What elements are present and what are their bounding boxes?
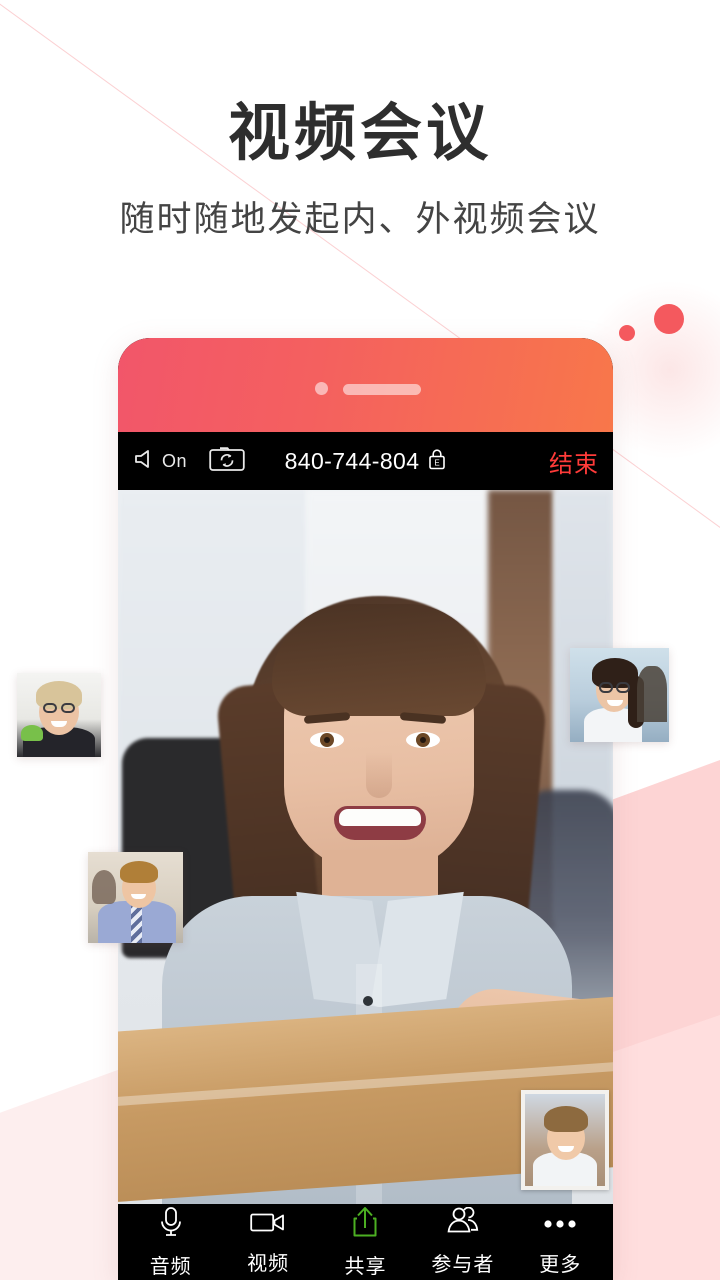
page-title: 视频会议 <box>227 99 492 168</box>
earpiece-speaker <box>343 384 421 395</box>
toolbar-item-participants[interactable]: 参与者 <box>417 1206 509 1277</box>
participant-thumbnail[interactable] <box>521 1090 609 1190</box>
toolbar-label-share: 共享 <box>344 1256 387 1278</box>
toolbar-item-more[interactable]: 更多 <box>514 1207 606 1277</box>
microphone-icon <box>155 1205 187 1244</box>
nose <box>366 752 392 798</box>
floating-participant-thumbnail[interactable] <box>88 852 183 943</box>
toolbar-item-audio[interactable]: 音频 <box>125 1205 217 1279</box>
mouth <box>334 806 426 840</box>
participants-icon <box>444 1206 482 1242</box>
call-status-bar: On 840-744-804 E 结束 <box>118 432 613 490</box>
end-call-button[interactable]: 结束 <box>549 451 599 478</box>
toolbar-item-share[interactable]: 共享 <box>319 1205 411 1279</box>
speaker-icon <box>132 447 158 476</box>
toolbar-label-participants: 参与者 <box>431 1254 495 1276</box>
phone-bezel-top <box>118 338 613 432</box>
toolbar-item-video[interactable]: 视频 <box>222 1208 314 1276</box>
meeting-id: 840-744-804 <box>284 447 420 474</box>
decorative-dot-large <box>654 304 684 334</box>
video-camera-icon <box>250 1208 286 1241</box>
toolbar-label-more: 更多 <box>539 1254 582 1276</box>
camera-flip-icon[interactable] <box>209 445 245 477</box>
speaker-toggle[interactable]: On <box>132 447 187 476</box>
floating-participant-thumbnail[interactable] <box>570 648 669 742</box>
eye-right <box>406 732 440 748</box>
hero-text-block: 视频会议 随时随地发起内、外视频会议 <box>0 0 720 242</box>
phone-mockup: On 840-744-804 E 结束 音频 视频 共享 参与者 更多 <box>118 338 613 1280</box>
shirt-button <box>363 996 373 1006</box>
toolbar-label-audio: 音频 <box>149 1256 192 1278</box>
page-subtitle: 随时随地发起内、外视频会议 <box>119 200 601 240</box>
eye-left <box>310 732 344 748</box>
call-controls-toolbar: 音频 视频 共享 参与者 更多 <box>118 1204 613 1280</box>
share-upload-icon <box>349 1205 381 1244</box>
main-video-feed[interactable] <box>118 490 613 1204</box>
ellipsis-icon <box>539 1207 581 1242</box>
lock-icon: E <box>428 448 446 475</box>
speaker-state-label: On <box>162 450 188 471</box>
svg-text:E: E <box>435 458 440 467</box>
floating-participant-thumbnail[interactable] <box>17 673 101 757</box>
toolbar-label-video: 视频 <box>247 1253 290 1275</box>
promo-screen: 视频会议 随时随地发起内、外视频会议 On 840-744-804 E 结束 音… <box>0 0 720 1280</box>
hair-fringe <box>272 604 486 716</box>
front-camera-icon <box>315 382 328 395</box>
decorative-dot-small <box>619 325 635 341</box>
